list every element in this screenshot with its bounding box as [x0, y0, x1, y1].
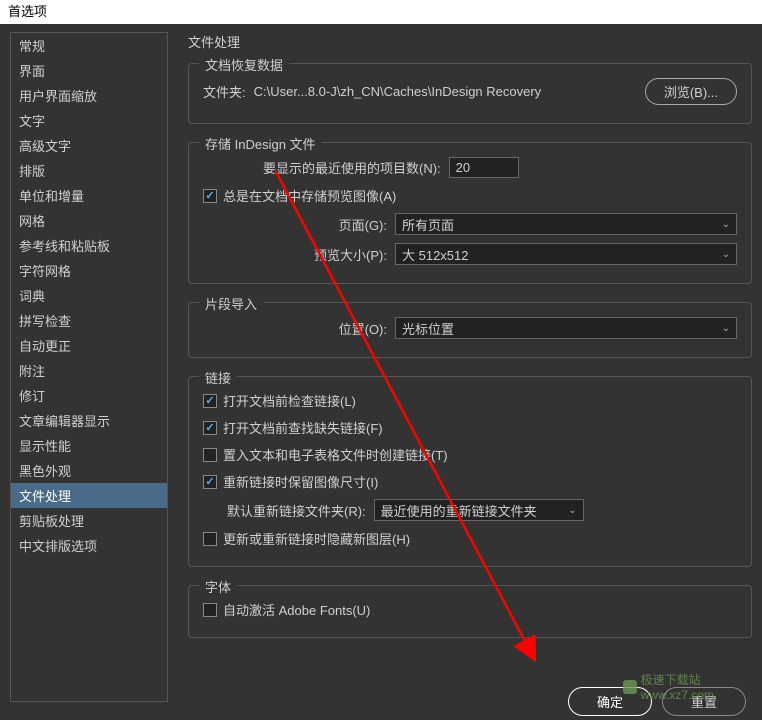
- sidebar-item-4[interactable]: 高级文字: [11, 133, 167, 158]
- content-area: 常规界面用户界面缩放文字高级文字排版单位和增量网格参考线和粘贴板字符网格词典拼写…: [0, 24, 762, 706]
- titlebar: 首选项: [0, 0, 762, 24]
- dialog-title: 首选项: [8, 4, 47, 19]
- find-missing-label: 打开文档前查找缺失链接(F): [223, 418, 383, 437]
- recovery-folder-label: 文件夹:: [203, 82, 246, 101]
- sidebar-item-16[interactable]: 显示性能: [11, 433, 167, 458]
- preserve-dim-label: 重新链接时保留图像尺寸(I): [223, 472, 378, 491]
- sidebar-item-1[interactable]: 界面: [11, 58, 167, 83]
- chevron-down-icon: ⌄: [722, 323, 730, 334]
- page-row: 页面(G): 所有页面 ⌄: [203, 213, 737, 235]
- auto-activate-checkbox[interactable]: [203, 603, 217, 617]
- section-fonts-title: 字体: [199, 577, 237, 596]
- sidebar-item-13[interactable]: 附注: [11, 358, 167, 383]
- sidebar-item-17[interactable]: 黑色外观: [11, 458, 167, 483]
- recent-items-label: 要显示的最近使用的项目数(N):: [263, 158, 441, 177]
- section-recovery: 文档恢复数据 文件夹: C:\User...8.0-J\zh_CN\Caches…: [188, 63, 752, 124]
- sidebar-item-8[interactable]: 参考线和粘贴板: [11, 233, 167, 258]
- chevron-down-icon: ⌄: [722, 249, 730, 260]
- sidebar-item-0[interactable]: 常规: [11, 33, 167, 58]
- chevron-down-icon: ⌄: [568, 505, 576, 516]
- always-save-label: 总是在文档中存储预览图像(A): [223, 186, 396, 205]
- sidebar-item-11[interactable]: 拼写检查: [11, 308, 167, 333]
- browse-button[interactable]: 浏览(B)...: [645, 78, 737, 105]
- sidebar: 常规界面用户界面缩放文字高级文字排版单位和增量网格参考线和粘贴板字符网格词典拼写…: [10, 32, 168, 702]
- section-snippet: 片段导入 位置(O): 光标位置 ⌄: [188, 302, 752, 358]
- create-links-checkbox[interactable]: [203, 448, 217, 462]
- section-links: 链接 打开文档前检查链接(L) 打开文档前查找缺失链接(F) 置入文本和电子表格…: [188, 376, 752, 567]
- chevron-down-icon: ⌄: [722, 219, 730, 230]
- auto-activate-label: 自动激活 Adobe Fonts(U): [223, 600, 370, 619]
- preview-label: 预览大小(P):: [203, 245, 387, 264]
- section-fonts: 字体 自动激活 Adobe Fonts(U): [188, 585, 752, 638]
- section-recovery-title: 文档恢复数据: [199, 55, 289, 74]
- recovery-folder-row: 文件夹: C:\User...8.0-J\zh_CN\Caches\InDesi…: [203, 78, 737, 105]
- ok-button[interactable]: 确定: [568, 687, 652, 716]
- section-save-title: 存储 InDesign 文件: [199, 134, 322, 153]
- preserve-dim-checkbox[interactable]: [203, 475, 217, 489]
- preferences-dialog: 首选项 常规界面用户界面缩放文字高级文字排版单位和增量网格参考线和粘贴板字符网格…: [0, 0, 762, 720]
- sidebar-item-20[interactable]: 中文排版选项: [11, 533, 167, 558]
- hide-layers-row: 更新或重新链接时隐藏新图层(H): [203, 529, 737, 548]
- sidebar-item-5[interactable]: 排版: [11, 158, 167, 183]
- recent-items-row: 要显示的最近使用的项目数(N):: [203, 157, 737, 178]
- page-title: 文件处理: [188, 32, 752, 51]
- preview-row: 预览大小(P): 大 512x512 ⌄: [203, 243, 737, 265]
- footer: 确定 重置: [568, 687, 746, 716]
- sidebar-item-10[interactable]: 词典: [11, 283, 167, 308]
- relink-folder-label: 默认重新链接文件夹(R):: [227, 501, 366, 520]
- create-links-label: 置入文本和电子表格文件时创建链接(T): [223, 445, 448, 464]
- section-save: 存储 InDesign 文件 要显示的最近使用的项目数(N): 总是在文档中存储…: [188, 142, 752, 284]
- recovery-folder-path: C:\User...8.0-J\zh_CN\Caches\InDesign Re…: [254, 84, 542, 99]
- sidebar-item-19[interactable]: 剪贴板处理: [11, 508, 167, 533]
- hide-layers-label: 更新或重新链接时隐藏新图层(H): [223, 529, 410, 548]
- always-save-checkbox[interactable]: [203, 189, 217, 203]
- relink-folder-select[interactable]: 最近使用的重新链接文件夹 ⌄: [374, 499, 584, 521]
- auto-activate-row: 自动激活 Adobe Fonts(U): [203, 600, 737, 619]
- check-links-label: 打开文档前检查链接(L): [223, 391, 356, 410]
- snippet-position-row: 位置(O): 光标位置 ⌄: [203, 317, 737, 339]
- page-label: 页面(G):: [203, 215, 387, 234]
- section-snippet-title: 片段导入: [199, 294, 263, 313]
- page-select[interactable]: 所有页面 ⌄: [395, 213, 737, 235]
- preserve-dim-row: 重新链接时保留图像尺寸(I): [203, 472, 737, 491]
- always-save-row: 总是在文档中存储预览图像(A): [203, 186, 737, 205]
- sidebar-item-15[interactable]: 文章编辑器显示: [11, 408, 167, 433]
- find-missing-checkbox[interactable]: [203, 421, 217, 435]
- recent-items-input[interactable]: [449, 157, 519, 178]
- sidebar-item-14[interactable]: 修订: [11, 383, 167, 408]
- sidebar-item-6[interactable]: 单位和增量: [11, 183, 167, 208]
- relink-folder-row: 默认重新链接文件夹(R): 最近使用的重新链接文件夹 ⌄: [227, 499, 737, 521]
- create-links-row: 置入文本和电子表格文件时创建链接(T): [203, 445, 737, 464]
- reset-button[interactable]: 重置: [662, 687, 746, 716]
- snippet-position-select[interactable]: 光标位置 ⌄: [395, 317, 737, 339]
- sidebar-item-7[interactable]: 网格: [11, 208, 167, 233]
- sidebar-item-12[interactable]: 自动更正: [11, 333, 167, 358]
- sidebar-item-18[interactable]: 文件处理: [11, 483, 167, 508]
- sidebar-item-3[interactable]: 文字: [11, 108, 167, 133]
- hide-layers-checkbox[interactable]: [203, 532, 217, 546]
- check-links-row: 打开文档前检查链接(L): [203, 391, 737, 410]
- find-missing-row: 打开文档前查找缺失链接(F): [203, 418, 737, 437]
- preview-select[interactable]: 大 512x512 ⌄: [395, 243, 737, 265]
- check-links-checkbox[interactable]: [203, 394, 217, 408]
- snippet-position-label: 位置(O):: [203, 319, 387, 338]
- section-links-title: 链接: [199, 368, 237, 387]
- sidebar-item-9[interactable]: 字符网格: [11, 258, 167, 283]
- sidebar-item-2[interactable]: 用户界面缩放: [11, 83, 167, 108]
- main-panel: 文件处理 文档恢复数据 文件夹: C:\User...8.0-J\zh_CN\C…: [168, 32, 752, 702]
